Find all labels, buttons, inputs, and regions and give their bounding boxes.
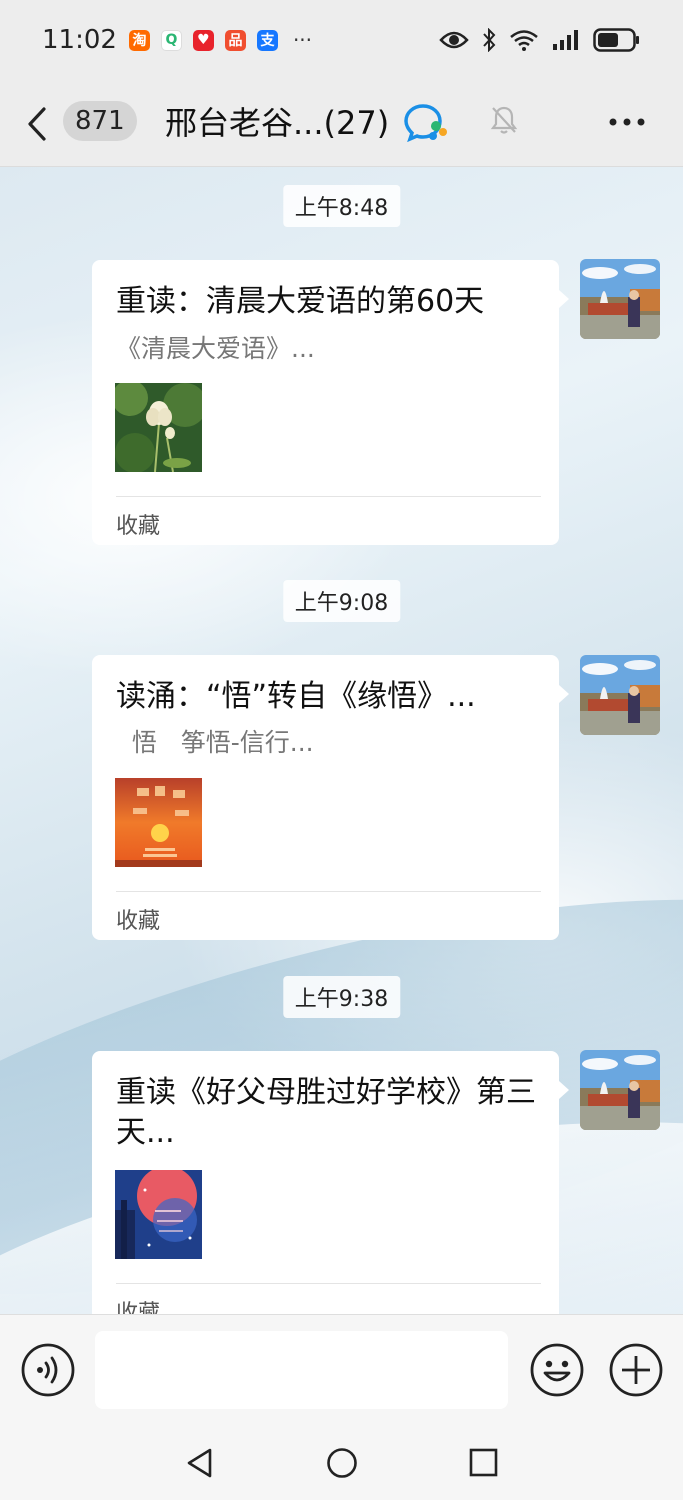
avatar[interactable]: [580, 259, 660, 339]
card-source-label: 收藏: [116, 909, 161, 934]
nav-recent-button[interactable]: [469, 1448, 499, 1482]
nav-home-icon: [327, 1448, 357, 1478]
chat-title[interactable]: 邢台老谷...(27): [165, 98, 389, 144]
unread-count-badge[interactable]: 871: [63, 101, 137, 141]
message-input-bar: [0, 1314, 683, 1414]
pinduoduo-icon: 品: [224, 29, 246, 51]
system-status-icons: [439, 27, 641, 53]
card-divider: [116, 496, 541, 497]
avatar[interactable]: [580, 655, 660, 735]
message-thumbnail: [115, 778, 202, 867]
plus-icon: [609, 1343, 663, 1397]
back-arrow-icon: [28, 107, 46, 141]
message-timestamp: 上午8:48: [282, 185, 401, 227]
heart-app-icon: ♥: [192, 29, 214, 51]
message-text-input[interactable]: [95, 1331, 508, 1409]
favorite-card-message[interactable]: 重读：清晨大爱语的第60天 《清晨大爱语》... 收藏: [92, 260, 569, 545]
more-functions-button[interactable]: [609, 1343, 663, 1401]
notification-icons: 淘 Q ♥ 品 支 ···: [128, 28, 313, 52]
message-title: 重读《好父母胜过好学校》第三天...: [116, 1075, 536, 1150]
message-timestamp: 上午9:38: [282, 976, 401, 1018]
chat-app-icon: Q: [160, 29, 182, 51]
avatar[interactable]: [580, 1050, 660, 1130]
alipay-icon: 支: [256, 29, 278, 51]
card-source-label: 收藏: [116, 514, 161, 539]
message-title: 读涌：“悟”转自《缘悟》...: [116, 679, 476, 714]
card-divider: [116, 1283, 541, 1284]
nav-recent-icon: [469, 1448, 498, 1477]
emoji-button[interactable]: [530, 1343, 584, 1401]
voice-icon: [21, 1343, 75, 1397]
favorite-card-message[interactable]: 重读《好父母胜过好学校》第三天... 收藏: [92, 1051, 569, 1336]
more-options-button[interactable]: [607, 102, 647, 146]
wifi-icon: [510, 30, 538, 51]
mute-bell-icon: [489, 104, 519, 140]
voice-button[interactable]: [21, 1343, 75, 1401]
bluetooth-icon: [483, 28, 496, 52]
message-subtitle: 《清晨大爱语》...: [116, 334, 315, 363]
status-bar: 11:02 淘 Q ♥ 品 支 ···: [0, 0, 683, 80]
favorite-card-message[interactable]: 读涌：“悟”转自《缘悟》... 悟 筝悟-信行... 收藏: [92, 655, 569, 940]
back-button[interactable]: [26, 104, 56, 144]
more-notifications-icon: ···: [292, 28, 313, 52]
nav-home-button[interactable]: [326, 1447, 358, 1483]
group-chat-icon: [403, 102, 449, 146]
battery-icon: [593, 28, 639, 52]
message-subtitle: 悟 筝悟-信行...: [116, 728, 314, 757]
nav-back-icon: [187, 1448, 212, 1478]
message-thumbnail: [115, 1170, 202, 1259]
card-divider: [116, 891, 541, 892]
message-timestamp: 上午9:08: [282, 580, 401, 622]
nav-back-button[interactable]: [185, 1447, 215, 1483]
eye-icon: [439, 31, 469, 49]
message-thumbnail: [115, 383, 202, 472]
chat-header: 871 邢台老谷...(27): [0, 80, 683, 167]
emoji-icon: [530, 1343, 584, 1397]
message-title: 重读：清晨大爱语的第60天: [116, 284, 485, 319]
taobao-icon: 淘: [128, 29, 150, 51]
status-time: 11:02: [42, 25, 117, 55]
system-navigation-bar: [0, 1414, 683, 1500]
signal-icon: [553, 30, 578, 50]
more-icon: [609, 118, 645, 126]
